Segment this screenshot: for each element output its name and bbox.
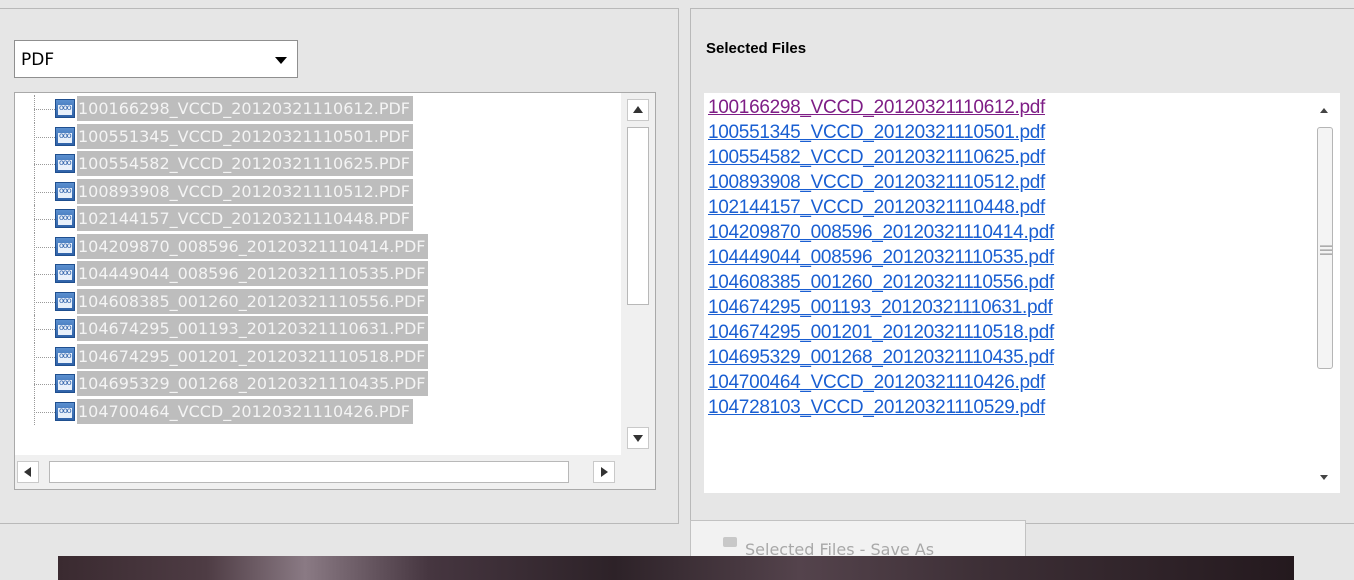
tree-connector — [34, 274, 55, 275]
tree-connector — [34, 411, 55, 413]
tree-file-name[interactable]: 104209870_008596_20120321110414.PDF — [77, 233, 429, 259]
file-type-value: PDF — [21, 50, 55, 70]
tree-file-name[interactable]: 104674295_001201_20120321110518.PDF — [77, 343, 429, 369]
tree-row[interactable]: 104608385_001260_20120321110556.PDF — [15, 287, 621, 315]
scroll-up-icon — [633, 106, 643, 113]
tree-connector — [34, 301, 55, 303]
tree-connector — [34, 136, 55, 138]
tree-connector — [34, 329, 55, 330]
selected-file-link[interactable]: 104700464_VCCD_20120321110426.pdf — [708, 370, 1308, 395]
tree-vertical-scroll-thumb[interactable] — [627, 127, 649, 305]
pdf-file-icon — [55, 126, 75, 146]
tree-connector — [34, 164, 55, 165]
scroll-down-button[interactable] — [627, 427, 649, 449]
tree-row[interactable]: 104449044_008596_20120321110535.PDF — [15, 260, 621, 288]
pdf-file-icon — [55, 264, 75, 283]
tree-file-name[interactable]: 100893908_VCCD_20120321110512.PDF — [77, 178, 413, 204]
tree-row[interactable]: 100166298_VCCD_20120321110612.PDF — [15, 95, 621, 123]
scroll-up-icon[interactable] — [1320, 108, 1328, 113]
tree-file-name[interactable]: 102144157_VCCD_20120321110448.PDF — [77, 206, 413, 231]
selected-file-link[interactable]: 100893908_VCCD_20120321110512.pdf — [708, 170, 1308, 195]
tree-file-name[interactable]: 104674295_001193_20120321110631.PDF — [77, 316, 429, 341]
scroll-left-button[interactable] — [17, 461, 39, 483]
selected-file-link[interactable]: 104695329_001268_20120321110435.pdf — [708, 345, 1308, 370]
scroll-left-icon — [24, 467, 31, 477]
tree-row[interactable]: 104674295_001193_20120321110631.PDF — [15, 315, 621, 343]
selected-file-link[interactable]: 100166298_VCCD_20120321110612.pdf — [708, 95, 1308, 120]
selected-file-link[interactable]: 104608385_001260_20120321110556.pdf — [708, 270, 1308, 295]
selected-files-scrollbar[interactable]: — — — — [1308, 93, 1340, 493]
tree-connector — [34, 356, 55, 358]
scroll-down-icon — [633, 435, 643, 442]
selected-file-link[interactable]: 102144157_VCCD_20120321110448.pdf — [708, 195, 1308, 220]
pdf-file-icon — [55, 181, 75, 201]
tree-connector — [34, 219, 55, 220]
pdf-file-icon — [55, 209, 75, 228]
selected-file-link[interactable]: 100551345_VCCD_20120321110501.pdf — [708, 120, 1308, 145]
tree-row[interactable]: 104674295_001201_20120321110518.PDF — [15, 342, 621, 370]
dropdown-arrow-icon[interactable] — [275, 57, 287, 64]
scroll-grip-icon: — — — — [1320, 238, 1332, 260]
scroll-right-button[interactable] — [593, 461, 615, 483]
scroll-down-icon[interactable] — [1320, 475, 1328, 480]
tree-file-name[interactable]: 104449044_008596_20120321110535.PDF — [77, 261, 429, 286]
tree-connector — [34, 191, 55, 193]
tree-row[interactable]: 100893908_VCCD_20120321110512.PDF — [15, 177, 621, 205]
tree-file-name[interactable]: 104608385_001260_20120321110556.PDF — [77, 288, 429, 314]
pdf-file-icon — [55, 401, 75, 421]
tree-file-name[interactable]: 100551345_VCCD_20120321110501.PDF — [77, 123, 413, 149]
selected-files-list[interactable]: 100166298_VCCD_20120321110612.pdf 1005513… — [704, 93, 1340, 493]
tree-row[interactable]: 100551345_VCCD_20120321110501.PDF — [15, 122, 621, 150]
tree-row[interactable]: 104695329_001268_20120321110435.PDF — [15, 370, 621, 398]
selected-files-title: Selected Files — [706, 40, 807, 57]
tree-connector — [34, 109, 55, 110]
selected-file-link[interactable]: 104674295_001193_20120321110631.pdf — [708, 295, 1308, 320]
tree-file-name[interactable]: 100554582_VCCD_20120321110625.PDF — [77, 151, 413, 176]
scroll-right-icon — [601, 467, 608, 477]
tree-file-name[interactable]: 100166298_VCCD_20120321110612.PDF — [77, 96, 413, 121]
tree-row[interactable]: 100554582_VCCD_20120321110625.PDF — [15, 150, 621, 178]
selected-file-link[interactable]: 104728103_VCCD_20120321110529.pdf — [708, 395, 1308, 420]
tree-vertical-scrollbar[interactable] — [621, 93, 655, 455]
file-tree-list: 100166298_VCCD_20120321110612.PDF1005513… — [15, 95, 621, 455]
selected-file-link[interactable]: 104674295_001201_20120321110518.pdf — [708, 320, 1308, 345]
file-tree[interactable]: 100166298_VCCD_20120321110612.PDF1005513… — [14, 92, 656, 490]
tree-horizontal-scrollbar[interactable] — [15, 455, 655, 489]
background-photo — [58, 556, 1294, 580]
tree-row[interactable]: 102144157_VCCD_20120321110448.PDF — [15, 205, 621, 233]
pdf-file-icon — [55, 154, 75, 173]
pdf-file-icon — [55, 374, 75, 393]
pdf-file-icon — [55, 346, 75, 366]
pdf-file-icon — [55, 236, 75, 256]
save-icon — [723, 537, 737, 547]
tree-connector — [34, 384, 55, 385]
selected-file-link[interactable]: 104209870_008596_20120321110414.pdf — [708, 220, 1308, 245]
selected-file-link[interactable]: 100554582_VCCD_20120321110625.pdf — [708, 145, 1308, 170]
scroll-up-button[interactable] — [627, 99, 649, 121]
tree-row[interactable]: 104209870_008596_20120321110414.PDF — [15, 232, 621, 260]
tree-file-name[interactable]: 104695329_001268_20120321110435.PDF — [77, 371, 429, 396]
tree-connector — [34, 246, 55, 248]
pdf-file-icon — [55, 99, 75, 118]
tree-row[interactable]: 104700464_VCCD_20120321110426.PDF — [15, 397, 621, 425]
tree-horizontal-scroll-thumb[interactable] — [49, 461, 569, 483]
tree-file-name[interactable]: 104700464_VCCD_20120321110426.PDF — [77, 398, 413, 424]
selected-files-links: 100166298_VCCD_20120321110612.pdf 1005513… — [708, 95, 1308, 420]
file-type-dropdown[interactable]: PDF — [14, 40, 298, 78]
pdf-file-icon — [55, 319, 75, 338]
pdf-file-icon — [55, 291, 75, 311]
selected-file-link[interactable]: 104449044_008596_20120321110535.pdf — [708, 245, 1308, 270]
save-as-button[interactable]: Selected Files - Save As — [690, 520, 1026, 560]
